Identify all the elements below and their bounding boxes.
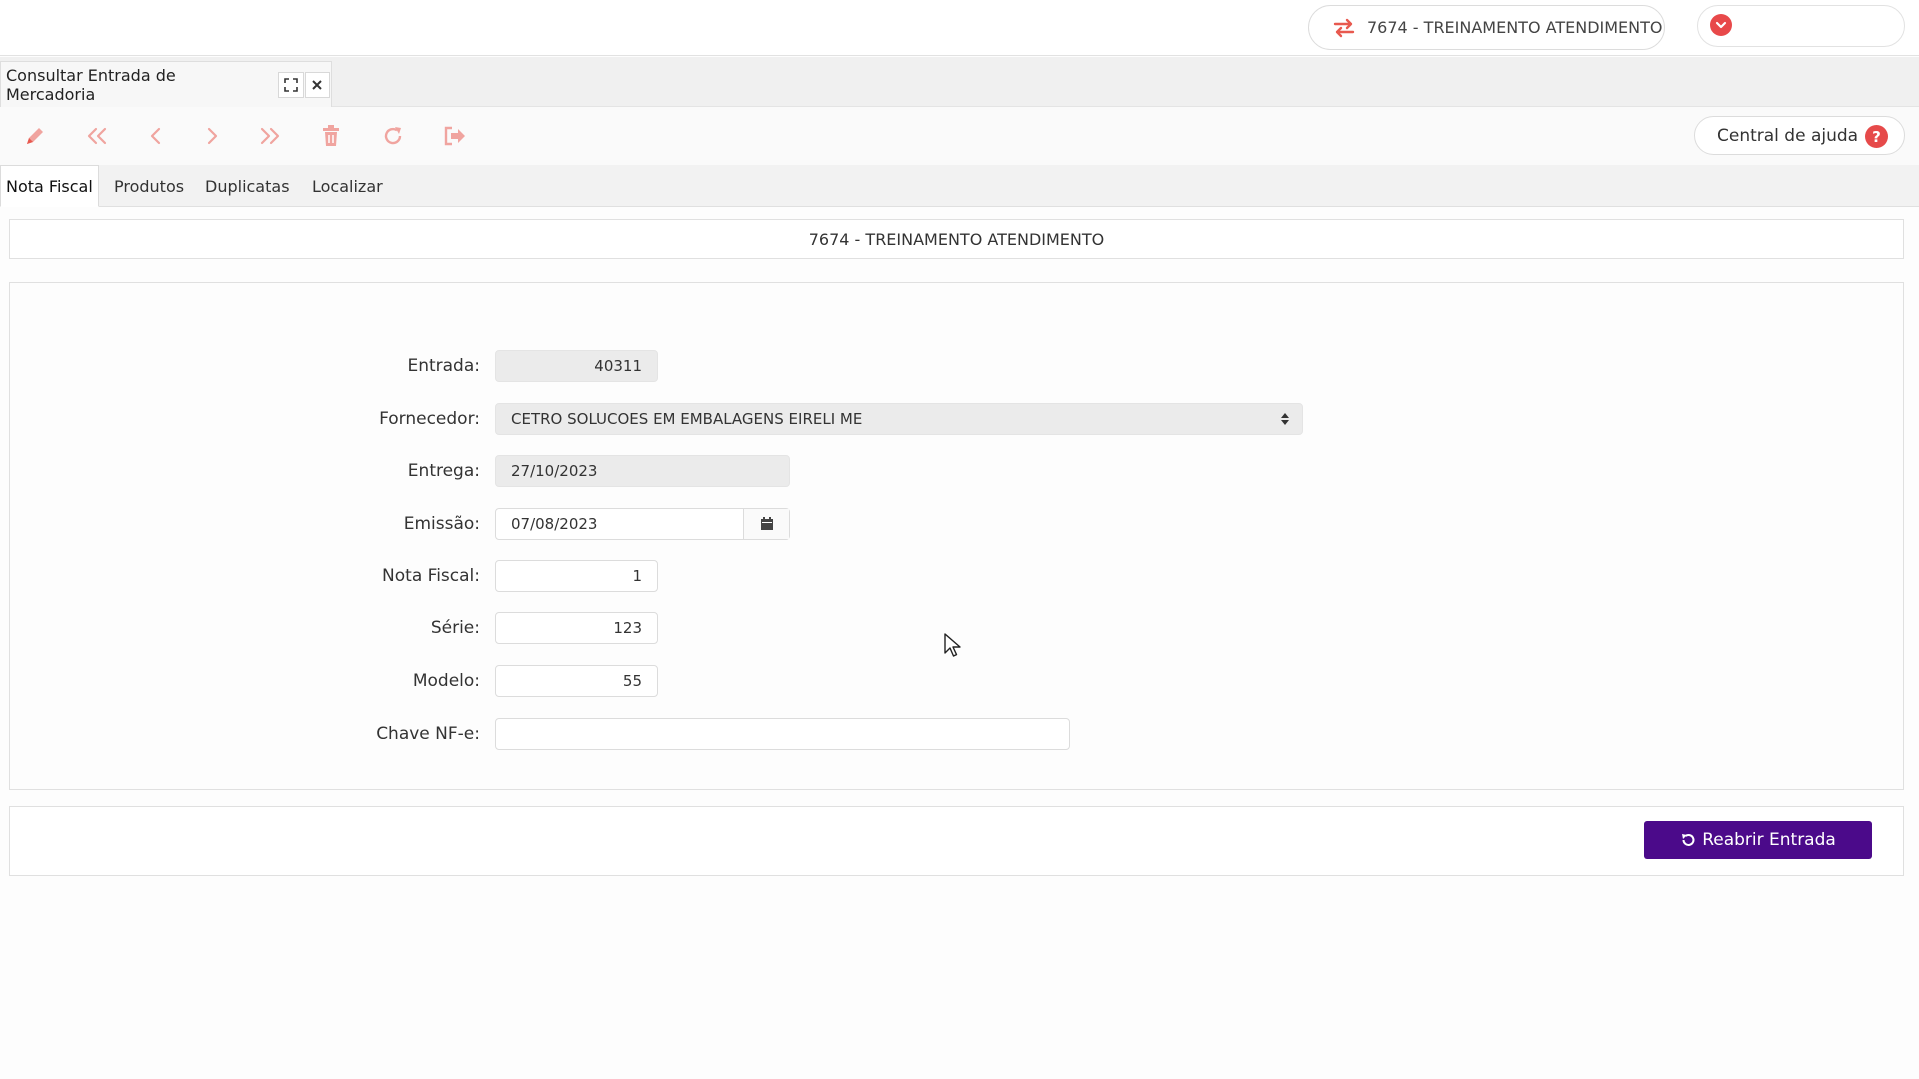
chevron-down-icon bbox=[1710, 14, 1732, 36]
section-tabs: Nota Fiscal Produtos Duplicatas Localiza… bbox=[0, 165, 1919, 207]
entrada-field[interactable]: 40311 bbox=[495, 350, 658, 382]
window-tab-strip: Consultar Entrada de Mercadoria bbox=[0, 57, 1919, 107]
entrega-field[interactable]: 27/10/2023 bbox=[495, 455, 790, 487]
next-icon[interactable] bbox=[197, 121, 227, 151]
tab-nota-fiscal[interactable]: Nota Fiscal bbox=[0, 165, 99, 207]
help-center-button[interactable]: Central de ajuda ? bbox=[1694, 116, 1905, 155]
sort-arrows-icon bbox=[1281, 413, 1289, 425]
company-header-label: 7674 - TREINAMENTO ATENDIMENTO bbox=[808, 229, 1105, 249]
invoice-form: Entrada: 40311 Fornecedor: CETRO SOLUCOE… bbox=[9, 282, 1904, 790]
first-icon[interactable] bbox=[82, 121, 112, 151]
emissao-field[interactable]: 07/08/2023 bbox=[495, 508, 790, 540]
modelo-label: Modelo: bbox=[412, 671, 480, 691]
emissao-label: Emissão: bbox=[403, 514, 480, 534]
company-switcher[interactable]: 7674 - TREINAMENTO ATENDIMENTO bbox=[1308, 5, 1665, 50]
window-tab[interactable]: Consultar Entrada de Mercadoria bbox=[0, 61, 332, 107]
chave-nfe-field[interactable] bbox=[495, 718, 1070, 750]
serie-value: 123 bbox=[613, 619, 642, 637]
switch-arrows-icon bbox=[1333, 18, 1355, 37]
undo-icon bbox=[1682, 834, 1695, 846]
entrada-label: Entrada: bbox=[407, 356, 480, 376]
trash-icon[interactable] bbox=[316, 121, 346, 151]
tab-label: Produtos bbox=[114, 176, 185, 196]
close-icon[interactable] bbox=[304, 71, 330, 98]
refresh-icon[interactable] bbox=[378, 121, 408, 151]
entrada-value: 40311 bbox=[594, 357, 642, 375]
tab-label: Localizar bbox=[312, 176, 383, 196]
nota-fiscal-field[interactable]: 1 bbox=[495, 560, 658, 592]
tab-label: Nota Fiscal bbox=[6, 176, 93, 196]
question-icon: ? bbox=[1865, 125, 1888, 148]
pencil-icon[interactable] bbox=[20, 121, 50, 151]
nota-fiscal-value: 1 bbox=[632, 567, 642, 585]
previous-icon[interactable] bbox=[141, 121, 171, 151]
entrega-value: 27/10/2023 bbox=[511, 462, 598, 480]
serie-label: Série: bbox=[430, 618, 480, 638]
emissao-value: 07/08/2023 bbox=[511, 515, 598, 533]
fornecedor-label: Fornecedor: bbox=[379, 409, 480, 429]
toolbar: Central de ajuda ? bbox=[0, 107, 1919, 165]
calendar-icon[interactable] bbox=[743, 509, 789, 539]
modelo-field[interactable]: 55 bbox=[495, 665, 658, 697]
tab-produtos[interactable]: Produtos bbox=[114, 165, 184, 207]
modelo-value: 55 bbox=[622, 672, 642, 690]
chave-label: Chave NF-e: bbox=[376, 724, 480, 744]
reopen-entry-label: Reabrir Entrada bbox=[1702, 830, 1836, 850]
reopen-entry-button[interactable]: Reabrir Entrada bbox=[1644, 821, 1872, 859]
fornecedor-select[interactable]: CETRO SOLUCOES EM EMBALAGENS EIRELI ME bbox=[495, 403, 1303, 435]
company-switcher-label: 7674 - TREINAMENTO ATENDIMENTO bbox=[1367, 18, 1663, 37]
exit-icon[interactable] bbox=[440, 121, 470, 151]
user-menu[interactable] bbox=[1697, 5, 1905, 47]
mouse-cursor-icon bbox=[944, 633, 961, 657]
company-header: 7674 - TREINAMENTO ATENDIMENTO bbox=[9, 219, 1904, 259]
maximize-icon[interactable] bbox=[278, 71, 304, 98]
tab-label: Duplicatas bbox=[205, 176, 290, 196]
top-bar: 7674 - TREINAMENTO ATENDIMENTO bbox=[0, 0, 1919, 56]
nota-fiscal-label: Nota Fiscal: bbox=[382, 566, 480, 586]
last-icon[interactable] bbox=[255, 121, 285, 151]
action-bar: Reabrir Entrada bbox=[9, 806, 1904, 876]
tab-localizar[interactable]: Localizar bbox=[312, 165, 383, 207]
fornecedor-value: CETRO SOLUCOES EM EMBALAGENS EIRELI ME bbox=[511, 410, 863, 428]
window-tab-title: Consultar Entrada de Mercadoria bbox=[6, 65, 176, 104]
serie-field[interactable]: 123 bbox=[495, 612, 658, 644]
entrega-label: Entrega: bbox=[407, 461, 480, 481]
help-center-label: Central de ajuda bbox=[1717, 125, 1859, 146]
tab-duplicatas[interactable]: Duplicatas bbox=[205, 165, 290, 207]
